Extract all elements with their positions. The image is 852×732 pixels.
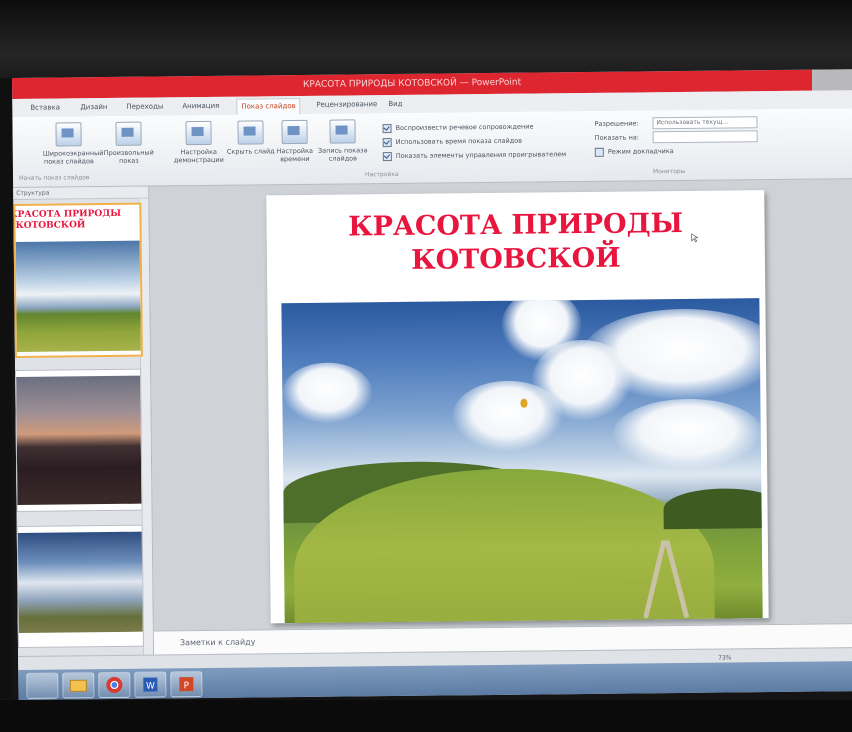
photo-forest	[663, 487, 763, 530]
rehearse-timings-button[interactable]: Настройка времени	[268, 119, 320, 164]
notes-placeholder: Заметки к слайду	[179, 637, 256, 648]
slide-photo-landscape[interactable]	[281, 298, 763, 624]
record-show-label: Запись показа слайдов	[317, 146, 368, 163]
screen: КРАСОТА ПРИРОДЫ КОТОВСКОЙ — PowerPoint В…	[12, 69, 852, 700]
svg-text:P: P	[184, 681, 190, 691]
svg-text:W: W	[146, 682, 155, 692]
photo-cloud	[612, 398, 763, 470]
checkbox-checked-icon	[382, 123, 392, 133]
powerpoint-taskbar-icon[interactable]: P	[170, 671, 203, 698]
custom-show-button[interactable]: Произвольный показ	[102, 121, 154, 166]
slide-thumbnail-2[interactable]	[15, 368, 143, 512]
rehearse-timings-label: Настройка времени	[276, 146, 314, 164]
widescreen-show-label: Широкоэкранный показ слайдов	[42, 149, 104, 166]
checkbox-use-timings[interactable]: Использовать время показа слайдов	[382, 136, 523, 147]
tab-slide-show[interactable]: Показ слайдов	[236, 97, 301, 115]
hide-slide-icon	[237, 120, 264, 145]
group-label-setup: Настройка	[364, 170, 399, 179]
window-controls[interactable]	[811, 69, 852, 91]
resolution-select[interactable]: Использовать текущ...	[652, 116, 758, 130]
thumbnail-image-sunset	[16, 375, 142, 505]
slide-thumbnail-3[interactable]	[16, 524, 144, 648]
checkbox-narration-label: Воспроизвести речевое сопровождение	[395, 122, 534, 132]
tab-design[interactable]: Дизайн	[76, 100, 111, 115]
widescreen-show-icon	[55, 122, 82, 147]
tab-review[interactable]: Рецензирование	[312, 97, 381, 113]
group-label-start: Начать показ слайдов	[19, 174, 90, 182]
record-show-button[interactable]: Запись показа слайдов	[316, 119, 368, 163]
thumbnails-header: Структура	[13, 186, 149, 200]
thumbnail-image-landscape	[15, 240, 141, 352]
word-taskbar-icon[interactable]: W	[134, 671, 167, 698]
tab-insert[interactable]: Вставка	[26, 100, 64, 115]
mouse-cursor-icon	[691, 233, 699, 243]
photo-cloud	[282, 362, 373, 424]
tab-animation[interactable]: Анимация	[178, 99, 223, 114]
setup-show-label: Настройка демонстрации	[173, 147, 224, 165]
checkbox-narration[interactable]: Воспроизвести речевое сопровождение	[382, 122, 533, 134]
checkbox-unchecked-icon	[594, 147, 604, 157]
checkbox-media-controls-label: Показать элементы управления проигрывате…	[395, 150, 567, 160]
start-button[interactable]	[26, 672, 59, 699]
custom-show-label: Произвольный показ	[103, 148, 154, 165]
tab-transitions[interactable]: Переходы	[122, 99, 167, 114]
explorer-taskbar-icon[interactable]	[62, 672, 95, 699]
tab-view[interactable]: Вид	[384, 97, 406, 112]
checkbox-presenter-view-label: Режим докладчика	[607, 147, 674, 156]
group-label-monitors: Мониторы	[652, 167, 686, 176]
setup-show-button[interactable]: Настройка демонстрации	[172, 120, 224, 165]
show-on-label: Показать на:	[594, 133, 640, 142]
hide-slide-label: Скрыть слайд	[226, 147, 275, 156]
slide-thumbnail-1[interactable]: КРАСОТА ПРИРОДЫ КОТОВСКОЙ	[13, 202, 143, 358]
slide-title-line-2: КОТОВСКОЙ	[410, 242, 621, 276]
setup-show-icon	[185, 120, 212, 146]
monitor-bezel-top	[0, 0, 852, 78]
checkbox-use-timings-label: Использовать время показа слайдов	[395, 136, 523, 146]
monitor-bezel-bottom	[0, 700, 852, 732]
window-title: КРАСОТА ПРИРОДЫ КОТОВСКОЙ — PowerPoint	[302, 77, 522, 90]
record-show-icon	[329, 119, 356, 144]
checkbox-presenter-view[interactable]: Режим докладчика	[594, 146, 674, 157]
ribbon: Широкоэкранный показ слайдов Произвольны…	[12, 108, 852, 188]
checkbox-checked-icon	[382, 151, 392, 161]
chrome-taskbar-icon[interactable]	[98, 671, 131, 699]
checkbox-media-controls[interactable]: Показать элементы управления проигрывате…	[382, 149, 567, 161]
thumbnail-title: КРАСОТА ПРИРОДЫ КОТОВСКОЙ	[13, 208, 122, 231]
current-slide[interactable]: КРАСОТА ПРИРОДЫ КОТОВСКОЙ	[266, 190, 769, 624]
resolution-label: Разрешение:	[594, 119, 639, 128]
slide-thumbnails-pane: Структура КРАСОТА ПРИРОДЫ КОТОВСКОЙ	[13, 186, 155, 656]
thumbnail-image-clouds	[17, 531, 143, 633]
monitor-bezel-left	[0, 78, 12, 698]
checkbox-checked-icon	[382, 137, 392, 147]
hot-air-balloon	[520, 398, 528, 408]
show-on-select[interactable]	[652, 130, 758, 144]
rehearse-timings-icon	[281, 119, 308, 145]
slide-editing-area: КРАСОТА ПРИРОДЫ КОТОВСКОЙ	[149, 179, 852, 631]
custom-show-icon	[115, 121, 142, 146]
photo-cloud	[452, 380, 563, 452]
widescreen-show-button[interactable]: Широкоэкранный показ слайдов	[42, 122, 103, 166]
